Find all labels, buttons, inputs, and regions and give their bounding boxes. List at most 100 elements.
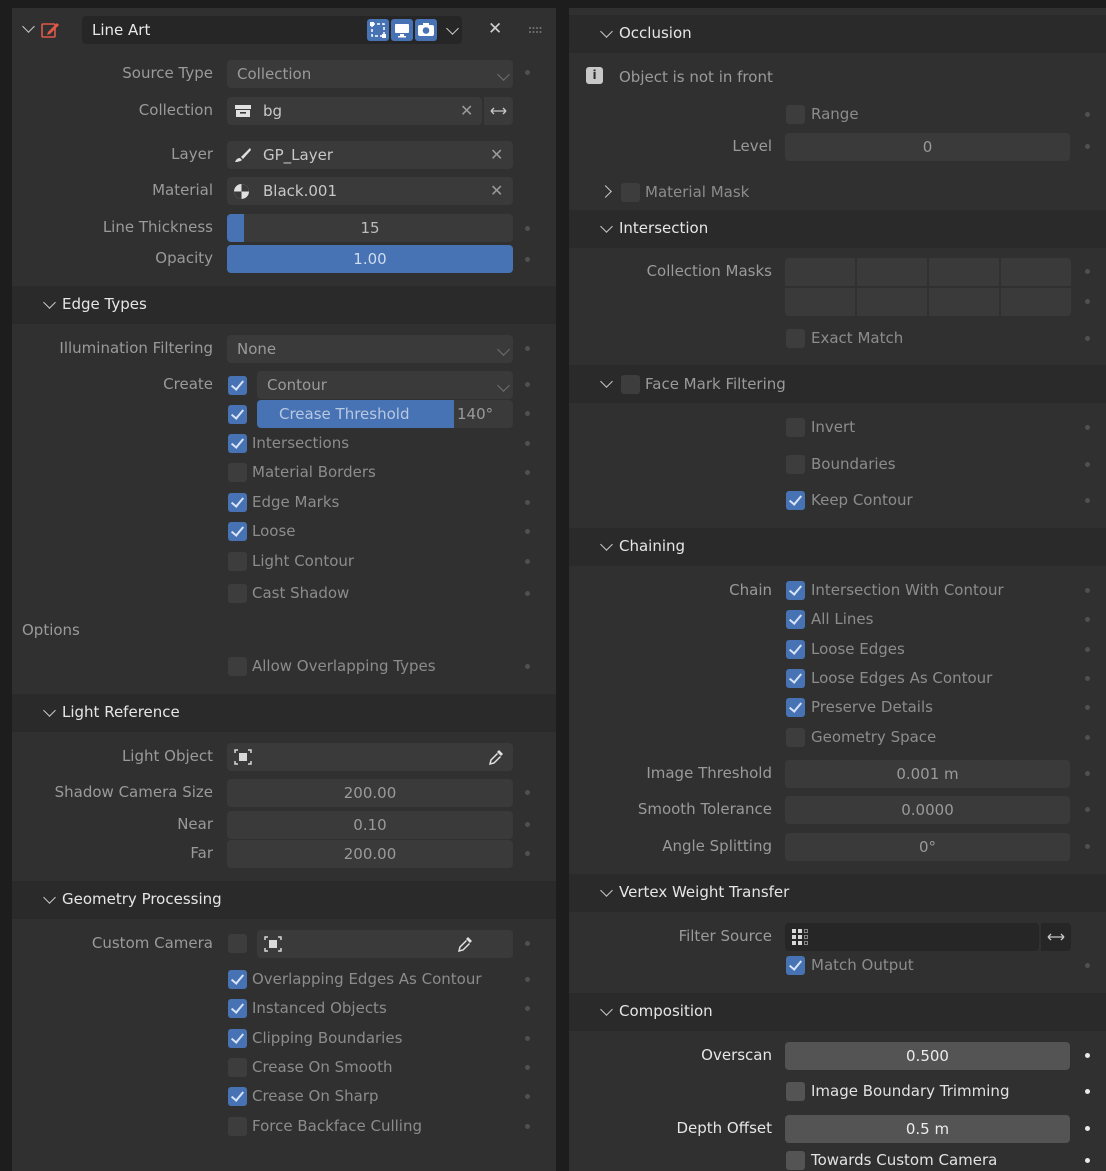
keyframe-dot[interactable] bbox=[1085, 336, 1090, 341]
keyframe-dot[interactable] bbox=[1085, 676, 1090, 681]
edge-marks-checkbox[interactable] bbox=[228, 493, 247, 512]
keyframe-dot[interactable] bbox=[525, 411, 530, 416]
keyframe-dot[interactable] bbox=[1085, 1126, 1090, 1131]
light-object-field[interactable] bbox=[227, 743, 513, 771]
light-reference-header[interactable]: Light Reference bbox=[12, 694, 556, 732]
image-threshold-field[interactable]: 0.001 m bbox=[785, 760, 1070, 788]
keyframe-dot[interactable] bbox=[525, 1036, 530, 1041]
collection-field[interactable]: bg bbox=[227, 97, 482, 125]
illumination-filtering-dropdown[interactable]: None bbox=[227, 335, 513, 363]
keyframe-dot[interactable] bbox=[525, 1006, 530, 1011]
keyframe-dot[interactable] bbox=[525, 500, 530, 505]
keyframe-dot[interactable] bbox=[525, 559, 530, 564]
cast-shadow-checkbox[interactable] bbox=[228, 584, 247, 603]
preserve-details-checkbox[interactable] bbox=[786, 698, 805, 717]
force-backface-checkbox[interactable] bbox=[228, 1117, 247, 1136]
keyframe-dot[interactable] bbox=[525, 529, 530, 534]
occlusion-header[interactable]: Occlusion bbox=[569, 15, 1106, 53]
material-mask-subheader[interactable]: Material Mask bbox=[569, 172, 1106, 208]
eyedropper-icon[interactable] bbox=[457, 935, 473, 953]
keyframe-dot[interactable] bbox=[1085, 963, 1090, 968]
material-mask-checkbox[interactable] bbox=[621, 183, 640, 202]
range-checkbox[interactable] bbox=[786, 105, 805, 124]
overlapping-edges-checkbox[interactable] bbox=[228, 970, 247, 989]
keyframe-dot[interactable] bbox=[525, 382, 530, 387]
keyframe-dot[interactable] bbox=[525, 1124, 530, 1129]
keyframe-dot[interactable] bbox=[525, 470, 530, 475]
contour-dropdown[interactable]: Contour bbox=[257, 371, 513, 399]
edit-mode-toggle[interactable] bbox=[367, 19, 389, 41]
keyframe-dot[interactable] bbox=[525, 941, 530, 946]
keyframe-dot[interactable] bbox=[1085, 269, 1090, 274]
invert-checkbox[interactable] bbox=[786, 418, 805, 437]
keyframe-dot[interactable] bbox=[1085, 1089, 1090, 1094]
filter-source-field[interactable] bbox=[785, 923, 1039, 951]
custom-camera-checkbox[interactable] bbox=[228, 934, 247, 953]
crease-threshold-slider[interactable]: Crease Threshold 140° bbox=[257, 400, 513, 428]
keyframe-dot[interactable] bbox=[1085, 647, 1090, 652]
mask-bit-7[interactable] bbox=[1001, 288, 1071, 316]
edge-types-header[interactable]: Edge Types bbox=[12, 286, 556, 324]
overscan-field[interactable]: 0.500 bbox=[785, 1042, 1070, 1070]
keyframe-dot[interactable] bbox=[1085, 705, 1090, 710]
boundary-trimming-checkbox[interactable] bbox=[786, 1082, 805, 1101]
keyframe-dot[interactable] bbox=[525, 822, 530, 827]
mask-bit-6[interactable] bbox=[929, 288, 999, 316]
viewport-display-toggle[interactable] bbox=[391, 19, 413, 41]
layer-field[interactable]: GP_Layer bbox=[227, 141, 513, 169]
keyframe-dot[interactable] bbox=[525, 70, 530, 75]
keep-contour-checkbox[interactable] bbox=[786, 491, 805, 510]
keyframe-dot[interactable] bbox=[525, 226, 530, 231]
keyframe-dot[interactable] bbox=[1085, 462, 1090, 467]
keyframe-dot[interactable] bbox=[1085, 112, 1090, 117]
light-contour-checkbox[interactable] bbox=[228, 552, 247, 571]
keyframe-dot[interactable] bbox=[1085, 844, 1090, 849]
near-field[interactable]: 0.10 bbox=[227, 811, 513, 839]
chaining-header[interactable]: Chaining bbox=[569, 528, 1106, 566]
face-mark-filtering-checkbox[interactable] bbox=[621, 375, 640, 394]
clipping-boundaries-checkbox[interactable] bbox=[228, 1029, 247, 1048]
keyframe-dot[interactable] bbox=[1085, 299, 1090, 304]
opacity-slider[interactable]: 1.00 bbox=[227, 245, 513, 273]
far-field[interactable]: 200.00 bbox=[227, 840, 513, 868]
keyframe-dot[interactable] bbox=[1085, 1158, 1090, 1163]
mask-bit-4[interactable] bbox=[785, 288, 855, 316]
composition-header[interactable]: Composition bbox=[569, 993, 1106, 1031]
loose-as-contour-checkbox[interactable] bbox=[786, 669, 805, 688]
geometry-processing-header[interactable]: Geometry Processing bbox=[12, 881, 556, 919]
mask-bit-0[interactable] bbox=[785, 258, 855, 286]
keyframe-dot[interactable] bbox=[525, 664, 530, 669]
eyedropper-icon[interactable] bbox=[488, 748, 504, 766]
keyframe-dot[interactable] bbox=[525, 591, 530, 596]
keyframe-dot[interactable] bbox=[1085, 144, 1090, 149]
vertex-weight-header[interactable]: Vertex Weight Transfer bbox=[569, 874, 1106, 912]
keyframe-dot[interactable] bbox=[525, 441, 530, 446]
exact-match-checkbox[interactable] bbox=[786, 329, 805, 348]
face-mark-filtering-header[interactable]: Face Mark Filtering bbox=[569, 365, 1106, 403]
keyframe-dot[interactable] bbox=[525, 346, 530, 351]
keyframe-dot[interactable] bbox=[1085, 1053, 1090, 1058]
mask-bit-2[interactable] bbox=[929, 258, 999, 286]
swap-button[interactable] bbox=[484, 97, 513, 125]
boundaries-checkbox[interactable] bbox=[786, 455, 805, 474]
all-lines-checkbox[interactable] bbox=[786, 610, 805, 629]
intersections-checkbox[interactable] bbox=[228, 434, 247, 453]
clear-collection-icon[interactable]: ✕ bbox=[460, 101, 473, 120]
mask-bit-3[interactable] bbox=[1001, 258, 1071, 286]
source-type-dropdown[interactable]: Collection bbox=[227, 60, 513, 88]
match-output-checkbox[interactable] bbox=[786, 956, 805, 975]
geometry-space-checkbox[interactable] bbox=[786, 728, 805, 747]
crease-checkbox[interactable] bbox=[228, 405, 247, 424]
keyframe-dot[interactable] bbox=[1085, 588, 1090, 593]
keyframe-dot[interactable] bbox=[525, 257, 530, 262]
keyframe-dot[interactable] bbox=[525, 851, 530, 856]
crease-on-smooth-checkbox[interactable] bbox=[228, 1058, 247, 1077]
smooth-tolerance-field[interactable]: 0.0000 bbox=[785, 796, 1070, 824]
invert-filter-button[interactable] bbox=[1041, 923, 1071, 951]
intersection-contour-checkbox[interactable] bbox=[786, 581, 805, 600]
keyframe-dot[interactable] bbox=[525, 1065, 530, 1070]
material-field[interactable]: Black.001 bbox=[227, 177, 513, 205]
drag-handle-icon[interactable] bbox=[528, 26, 542, 34]
keyframe-dot[interactable] bbox=[1085, 807, 1090, 812]
keyframe-dot[interactable] bbox=[1085, 735, 1090, 740]
